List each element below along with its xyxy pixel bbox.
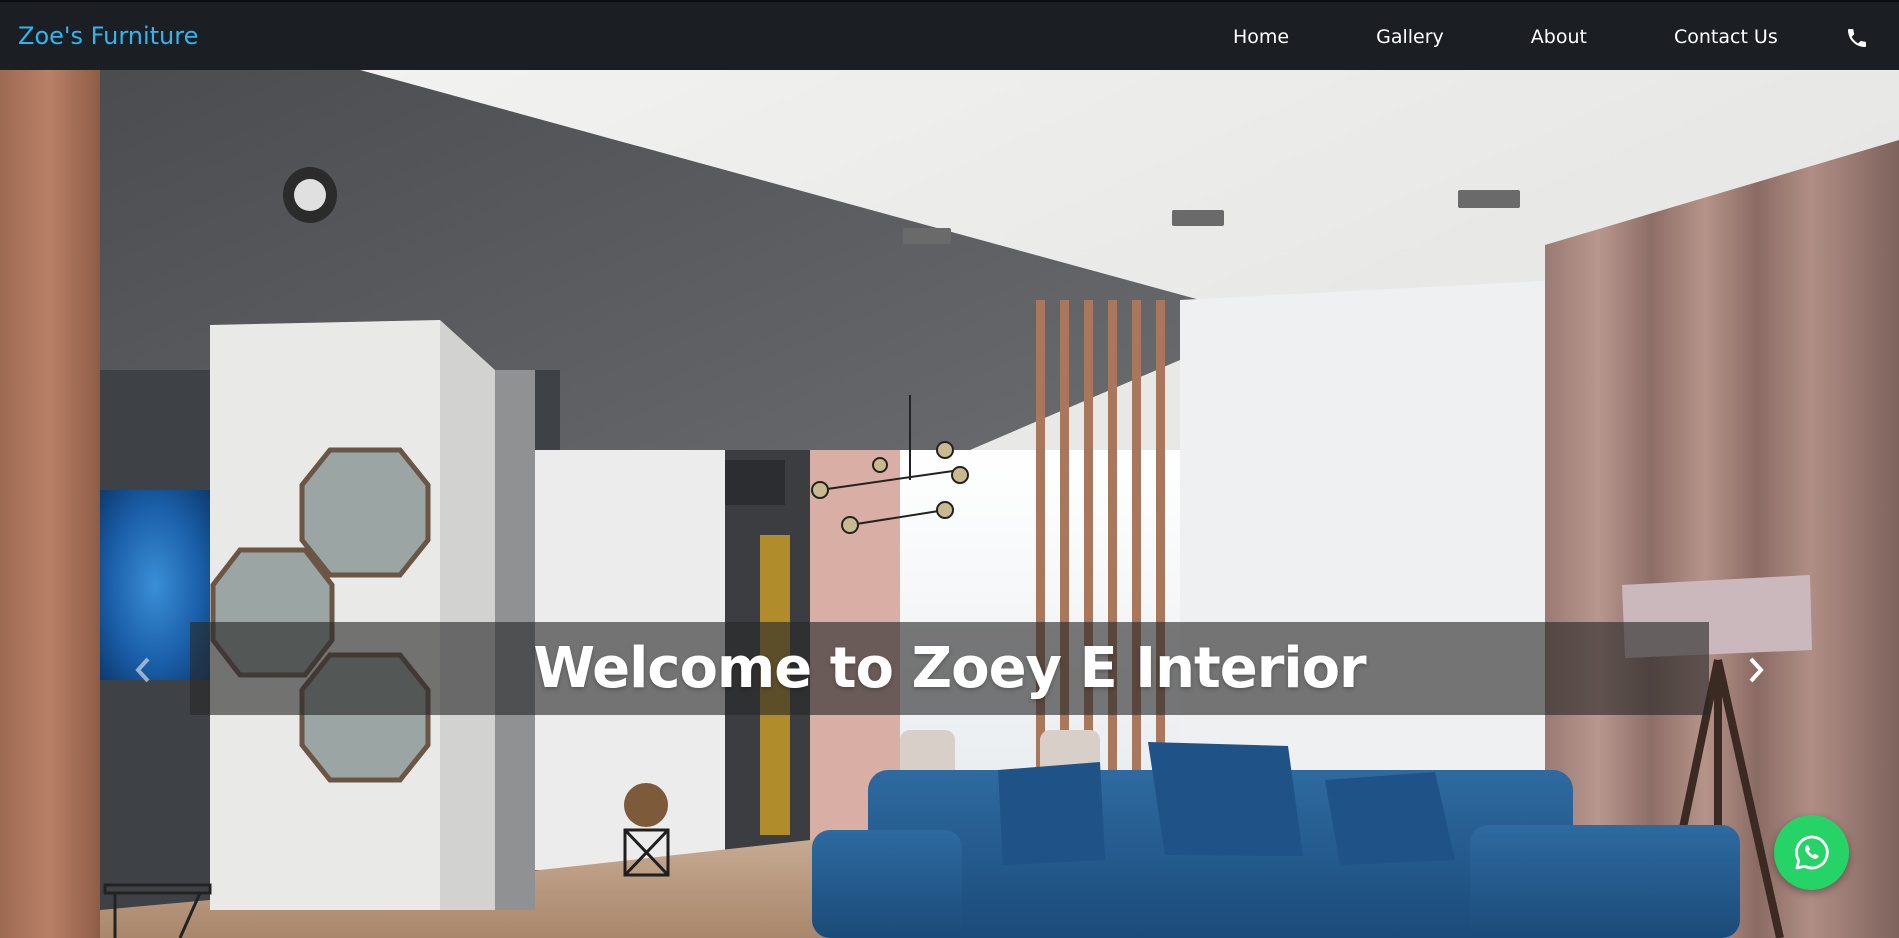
brand-logo-link[interactable]: Zoe's Furniture [18, 22, 198, 50]
carousel-next-button[interactable] [1741, 653, 1771, 687]
chevron-right-icon [1749, 657, 1764, 683]
page: Zoe's Furniture Home Gallery About Conta… [0, 0, 1899, 938]
carousel-prev-button[interactable] [128, 653, 158, 687]
nav-link-home[interactable]: Home [1233, 26, 1289, 48]
hero-carousel: Welcome to Zoey E Interior [0, 70, 1899, 938]
living-room-interior-photo [0, 70, 1899, 938]
navbar: Zoe's Furniture Home Gallery About Conta… [0, 0, 1899, 70]
hero-title: Welcome to Zoey E Interior [533, 636, 1366, 701]
phone-icon[interactable] [1845, 26, 1869, 50]
carousel-caption: Welcome to Zoey E Interior [190, 622, 1709, 715]
nav-links: Home Gallery About Contact Us [1233, 26, 1778, 48]
nav-link-gallery[interactable]: Gallery [1376, 26, 1444, 48]
chevron-left-icon [135, 657, 150, 683]
whatsapp-icon [1794, 835, 1829, 869]
nav-link-contact-us[interactable]: Contact Us [1674, 26, 1778, 48]
nav-link-about[interactable]: About [1531, 26, 1587, 48]
whatsapp-button[interactable] [1774, 815, 1849, 890]
